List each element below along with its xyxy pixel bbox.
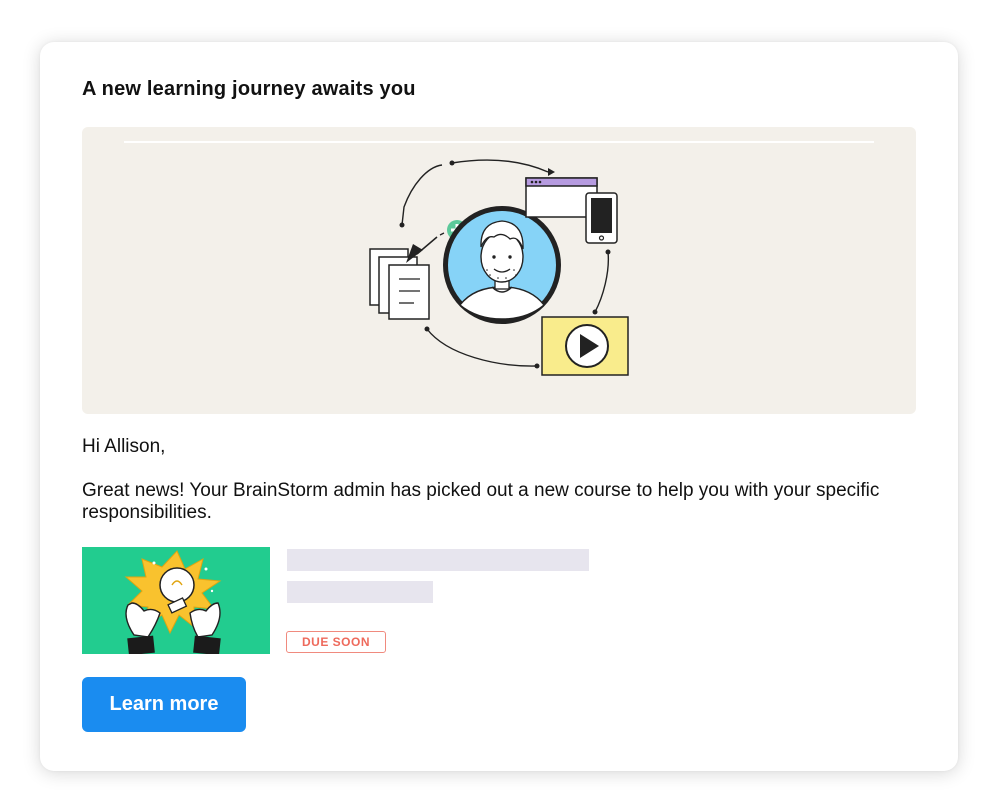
message-text: Great news! Your BrainStorm admin has pi… <box>82 480 880 523</box>
course-title-placeholder <box>287 549 589 571</box>
email-title: A new learning journey awaits you <box>82 78 416 100</box>
video-play-icon <box>541 316 629 376</box>
documents-icon <box>369 228 453 320</box>
smartphone-icon <box>585 192 618 244</box>
due-soon-badge: DUE SOON <box>286 631 386 653</box>
hero-illustration <box>82 127 916 414</box>
course-subtitle-placeholder <box>287 581 433 603</box>
course-card[interactable]: DUE SOON <box>82 547 602 655</box>
course-thumbnail <box>82 547 270 654</box>
user-avatar-icon <box>443 206 561 324</box>
greeting-text: Hi Allison, <box>82 436 166 457</box>
learn-more-button[interactable]: Learn more <box>82 677 246 732</box>
email-card: A new learning journey awaits you Hi All… <box>40 42 958 771</box>
